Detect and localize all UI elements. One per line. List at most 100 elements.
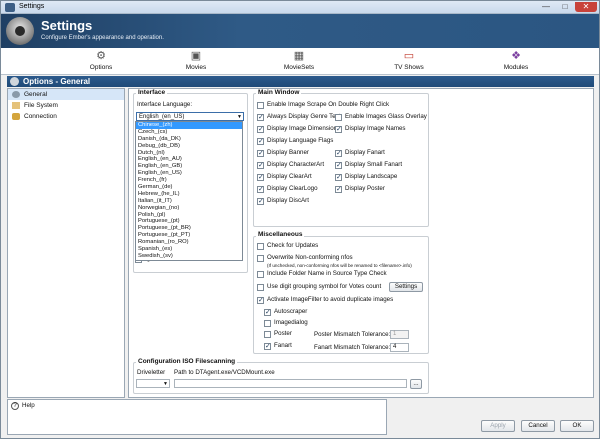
puzzle-icon: ❖ (511, 50, 521, 62)
language-option[interactable]: Debug_(db_DB) (136, 143, 242, 150)
left-opt-checkbox[interactable] (257, 197, 264, 205)
left-opt-checkbox[interactable] (257, 125, 264, 133)
left-opt-checkbox[interactable] (257, 173, 264, 181)
ok-button[interactable]: OK (560, 420, 594, 432)
overwrite-note: (If unchecked, non-conforming nfos will … (267, 263, 412, 268)
apply-button[interactable]: Apply (481, 420, 515, 432)
right-opt-label: Display Image Names (345, 125, 406, 132)
folder-icon (12, 102, 20, 109)
language-option[interactable]: Spanish_(es) (136, 246, 242, 253)
imagedialog-checkbox[interactable] (264, 320, 271, 327)
toolbar-options[interactable]: ⚙ Options (71, 50, 131, 74)
left-opt-label: Display DiscArt (267, 197, 309, 204)
right-opt-checkbox[interactable] (335, 185, 342, 193)
title-bar: Settings — □ ✕ (1, 1, 599, 14)
toolbar-modules[interactable]: ❖ Modules (486, 50, 546, 74)
film-icon: ▣ (190, 50, 202, 62)
close-button[interactable]: ✕ (575, 2, 597, 12)
language-option[interactable]: Czech_(cs) (136, 129, 242, 136)
right-opt-checkbox[interactable] (335, 149, 342, 157)
overwrite-nfo-checkbox[interactable] (257, 255, 264, 262)
language-option[interactable]: English_(en_US) (136, 170, 242, 177)
fanart-checkbox[interactable] (264, 342, 271, 350)
right-opt-label: Display Fanart (345, 149, 385, 156)
language-option[interactable]: Norwegian_(no) (136, 205, 242, 212)
nav-item-connection[interactable]: Connection (8, 111, 124, 122)
language-option[interactable]: Danish_(da_DK) (136, 136, 242, 143)
settings-nav: General File System Connection (7, 88, 125, 398)
gear-icon: ⚙ (96, 50, 106, 62)
digit-grouping-checkbox[interactable] (257, 284, 264, 291)
language-option[interactable]: Italian_(it_IT) (136, 198, 242, 205)
left-opt-checkbox[interactable] (257, 185, 264, 193)
help-icon: ? (11, 402, 19, 410)
language-option[interactable]: Portuguese_(pt_BR) (136, 225, 242, 232)
check-updates-checkbox[interactable] (257, 243, 264, 250)
toolbar-movies[interactable]: ▣ Movies (166, 50, 226, 74)
nav-item-file-system[interactable]: File System (8, 100, 124, 111)
left-opt-checkbox[interactable] (257, 113, 264, 121)
cancel-button[interactable]: Cancel (521, 420, 555, 432)
language-option[interactable]: Hebrew_(he_IL) (136, 191, 242, 198)
left-opt-label: Display ClearArt (267, 173, 312, 180)
language-option[interactable]: Polish_(pl) (136, 212, 242, 219)
right-opt-label: Display Poster (345, 185, 385, 192)
language-option[interactable]: Portuguese_(pt) (136, 218, 242, 225)
toolbar-tv-shows[interactable]: ▭ TV Shows (379, 50, 439, 74)
nav-item-general[interactable]: General (8, 89, 124, 100)
right-opt-checkbox[interactable] (335, 161, 342, 169)
language-option[interactable]: English_(en_GB) (136, 163, 242, 170)
minimize-button[interactable]: — (537, 2, 555, 12)
left-opt-label: Display Language Flags (267, 137, 334, 144)
driveletter-label: Driveletter (137, 369, 166, 376)
left-opt-checkbox[interactable] (257, 161, 264, 169)
include-folder-label: Include Folder Name in Source Type Check (267, 270, 387, 277)
right-opt-label: Display Landscape (345, 173, 398, 180)
include-folder-checkbox[interactable] (257, 271, 264, 278)
autoscraper-checkbox[interactable] (264, 308, 271, 316)
main-window-group-title: Main Window (256, 89, 302, 96)
maximize-button[interactable]: □ (556, 2, 574, 12)
language-option[interactable]: Romanian_(ro_RO) (136, 239, 242, 246)
chevron-down-icon: ▼ (163, 381, 168, 387)
header-subtitle: Configure Ember's appearance and operati… (41, 35, 164, 41)
language-option[interactable]: Dutch_(nl) (136, 150, 242, 157)
toolbar-moviesets[interactable]: ▦ MovieSets (269, 50, 329, 74)
left-opt-label: Always Display Genre Text (267, 113, 341, 120)
iso-group (133, 362, 429, 394)
tv-icon: ▭ (403, 50, 415, 62)
right-opt-checkbox[interactable] (335, 173, 342, 181)
iso-group-title: Configuration ISO Filescanning (136, 358, 238, 365)
left-opt-checkbox[interactable] (257, 149, 264, 157)
right-opt-checkbox[interactable] (335, 114, 342, 121)
gear-icon (12, 91, 20, 98)
fanart-tolerance-input[interactable]: 4 (390, 343, 409, 352)
right-opt-label: Display Small Fanart (345, 161, 403, 168)
imagefilter-checkbox[interactable] (257, 296, 264, 304)
left-opt-checkbox[interactable] (257, 137, 264, 145)
browse-button[interactable]: ... (410, 379, 422, 389)
language-option[interactable]: German_(de) (136, 184, 242, 191)
settings-header: Settings Configure Ember's appearance an… (1, 14, 599, 48)
imagedialog-label: Imagedialog (274, 319, 308, 326)
language-option[interactable]: Swedish_(sv) (136, 253, 242, 260)
settings-button[interactable]: Settings (389, 282, 423, 292)
language-option[interactable]: Chinese_(zh) (136, 122, 242, 129)
category-toolbar: ⚙ Options ▣ Movies ▦ MovieSets ▭ TV Show… (1, 48, 599, 75)
settings-window: Settings — □ ✕ Settings Configure Ember'… (0, 0, 600, 439)
poster-label: Poster (274, 330, 292, 337)
dtagent-path-input[interactable] (174, 379, 407, 388)
poster-checkbox[interactable] (264, 331, 271, 338)
right-opt-checkbox[interactable] (335, 125, 342, 133)
language-option[interactable]: Portuguese_(pt_PT) (136, 232, 242, 239)
language-option[interactable]: French_(fr) (136, 177, 242, 184)
interface-language-label: Interface Language: (137, 101, 193, 108)
imagefilter-label: Activate ImageFilter to avoid duplicate … (267, 296, 394, 303)
language-option[interactable]: English_(en_AU) (136, 156, 242, 163)
poster-tolerance-input[interactable]: 1 (390, 330, 409, 339)
help-label: Help (22, 402, 35, 409)
check-updates-label: Check for Updates (267, 242, 319, 249)
interface-language-select[interactable]: English_(en_US) ▼ (136, 112, 244, 121)
driveletter-select[interactable]: ▼ (136, 379, 170, 388)
enable-scrape-checkbox[interactable] (257, 102, 264, 109)
